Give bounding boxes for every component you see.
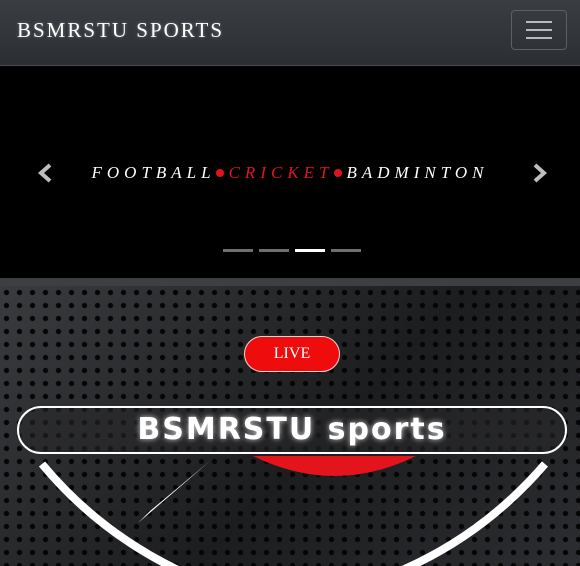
caption-cricket: CRICKET — [228, 163, 334, 182]
separator-dot — [215, 169, 224, 178]
emblem-red-arc — [253, 456, 416, 476]
chevron-right-icon[interactable] — [528, 162, 550, 184]
caption-football: FOOTBALL — [91, 163, 216, 182]
section-divider — [0, 278, 580, 286]
carousel-caption: FOOTBALL CRICKET BADMINTON — [0, 163, 580, 183]
hero-title: BSMRSTU sports — [17, 406, 567, 454]
caption-badminton: BADMINTON — [346, 163, 489, 182]
separator-dot — [333, 169, 342, 178]
top-navbar: BSMRSTU SPORTS — [0, 0, 580, 66]
sports-carousel: FOOTBALL CRICKET BADMINTON — [0, 66, 580, 278]
carousel-indicator-2[interactable] — [259, 249, 289, 252]
carousel-indicators — [223, 249, 361, 252]
live-button[interactable]: LIVE — [244, 336, 340, 372]
carousel-indicator-4[interactable] — [331, 249, 361, 252]
emblem-white-ring — [38, 461, 549, 566]
emblem-white-swoosh — [138, 461, 210, 523]
navbar-toggle-button[interactable] — [511, 10, 567, 50]
hamburger-menu-icon-bar — [526, 29, 552, 31]
carousel-indicator-1[interactable] — [223, 249, 253, 252]
hero-section: LIVE BSMRSTU sports — [0, 286, 580, 566]
brand-logo-text[interactable]: BSMRSTU SPORTS — [17, 18, 224, 43]
hamburger-menu-icon-bar — [526, 21, 552, 23]
carousel-indicator-3[interactable] — [295, 249, 325, 252]
hamburger-menu-icon-bar — [526, 37, 552, 39]
sports-emblem-graphic — [38, 456, 549, 566]
